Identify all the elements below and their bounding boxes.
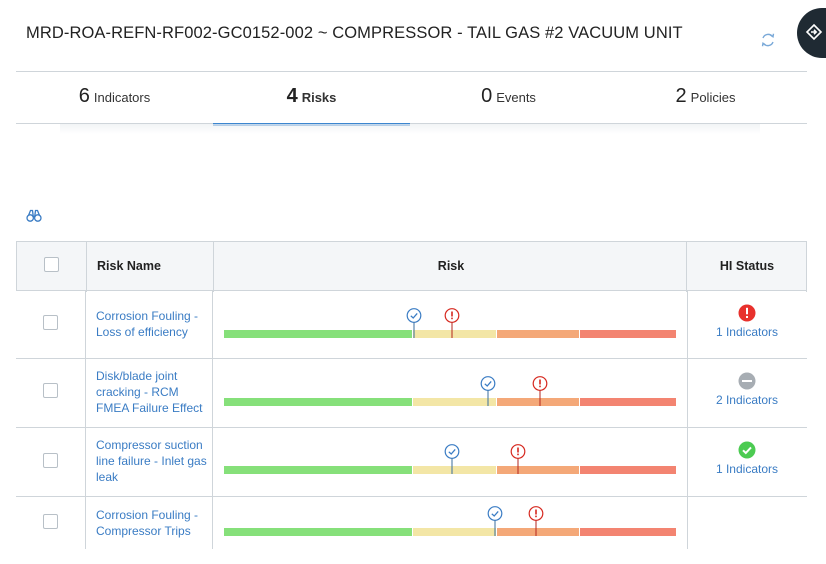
hi-indicators-link[interactable]: 1 Indicators — [687, 462, 807, 476]
risk-segment-low — [224, 466, 412, 474]
binoculars-icon[interactable] — [26, 209, 42, 223]
row-checkbox[interactable] — [43, 514, 58, 529]
column-divider — [85, 497, 86, 549]
tab-bar: 6 Indicators 4 Risks 0 Events 2 Policies — [16, 72, 807, 126]
tab-label: Policies — [690, 90, 736, 105]
tab-indicators[interactable]: 6 Indicators — [16, 72, 213, 124]
risk-bar — [224, 308, 676, 338]
risk-segment-extreme — [580, 528, 676, 536]
row-checkbox[interactable] — [43, 315, 58, 330]
grid-header: Risk Name Risk HI Status — [16, 241, 807, 292]
risk-name-link[interactable]: Corrosion Fouling - Loss of efficiency — [96, 308, 208, 340]
risk-name-link[interactable]: Compressor suction line failure - Inlet … — [96, 437, 208, 485]
column-divider — [212, 497, 213, 549]
tab-bar-shadow — [60, 124, 760, 134]
risk-segment-low — [224, 398, 412, 406]
risk-name-link[interactable]: Disk/blade joint cracking - RCM FMEA Fai… — [96, 368, 208, 416]
hi-status-cell: 1 Indicators — [687, 304, 807, 339]
column-header-hi-status[interactable]: HI Status — [687, 259, 807, 273]
column-divider — [85, 359, 86, 428]
unmitigated-risk-marker[interactable] — [532, 376, 548, 406]
column-divider — [806, 242, 807, 292]
tab-count: 0 — [481, 85, 493, 107]
risk-segment-extreme — [580, 330, 676, 338]
risk-segment-low — [224, 330, 412, 338]
tab-risks[interactable]: 4 Risks — [213, 72, 410, 126]
select-all-checkbox[interactable] — [44, 257, 59, 272]
unmitigated-risk-marker[interactable] — [444, 308, 460, 338]
side-panel-toggle-icon — [805, 23, 823, 41]
row-checkbox[interactable] — [43, 383, 58, 398]
risk-bar — [224, 376, 676, 406]
asset-header: MRD-ROA-REFN-RF002-GC0152-002 ~ COMPRESS… — [0, 0, 826, 72]
hi-indicators-link[interactable]: 1 Indicators — [687, 325, 807, 339]
page-title: MRD-ROA-REFN-RF002-GC0152-002 ~ COMPRESS… — [26, 24, 683, 42]
risk-segment-low — [224, 528, 412, 536]
alert-icon — [738, 304, 756, 322]
unmitigated-risk-marker[interactable] — [510, 444, 526, 474]
column-divider — [85, 291, 86, 359]
hi-indicators-link[interactable]: 2 Indicators — [687, 393, 807, 407]
checkmark-icon — [738, 441, 756, 459]
column-divider — [687, 497, 688, 549]
tab-label: Indicators — [93, 90, 151, 105]
risk-segment-extreme — [580, 466, 676, 474]
mitigated-risk-marker[interactable] — [444, 444, 460, 474]
column-divider — [85, 428, 86, 497]
risk-name-link[interactable]: Corrosion Fouling - Compressor Trips — [96, 507, 208, 539]
mitigated-risk-marker[interactable] — [487, 506, 503, 536]
column-divider — [86, 242, 87, 292]
column-header-risk-name[interactable]: Risk Name — [97, 259, 161, 273]
tab-policies[interactable]: 2 Policies — [607, 72, 804, 124]
unmitigated-risk-marker[interactable] — [528, 506, 544, 536]
table-row[interactable]: Disk/blade joint cracking - RCM FMEA Fai… — [16, 359, 807, 428]
row-checkbox[interactable] — [43, 453, 58, 468]
table-row[interactable]: Corrosion Fouling - Loss of efficiency 1… — [16, 291, 807, 359]
mitigated-risk-marker[interactable] — [480, 376, 496, 406]
tab-label: Events — [496, 90, 536, 105]
hi-status-cell: 2 Indicators — [687, 372, 807, 407]
risk-bar — [224, 444, 676, 474]
risk-segment-medium — [413, 528, 496, 536]
table-row[interactable]: Corrosion Fouling - Compressor Trips — [16, 497, 807, 549]
tab-events[interactable]: 0 Events — [410, 72, 607, 124]
column-divider — [212, 359, 213, 428]
tab-count: 2 — [675, 85, 687, 107]
column-divider — [212, 428, 213, 497]
tab-label: Risks — [301, 90, 337, 105]
side-panel-toggle-button[interactable] — [797, 8, 826, 58]
risk-segment-extreme — [580, 398, 676, 406]
column-divider — [212, 291, 213, 359]
tab-count: 4 — [286, 85, 298, 107]
mitigated-risk-marker[interactable] — [406, 308, 422, 338]
table-row[interactable]: Compressor suction line failure - Inlet … — [16, 428, 807, 497]
risk-bar — [224, 506, 676, 536]
risk-segment-high — [497, 330, 579, 338]
refresh-icon[interactable] — [758, 30, 778, 50]
tab-count: 6 — [78, 85, 90, 107]
no-entry-icon — [738, 372, 756, 390]
hi-status-cell: 1 Indicators — [687, 441, 807, 476]
column-header-risk[interactable]: Risk — [214, 259, 688, 273]
